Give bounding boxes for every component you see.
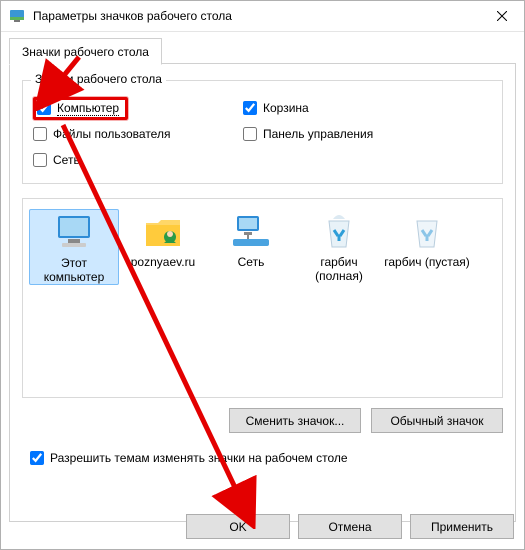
- checkbox-recyclebin[interactable]: Корзина: [243, 95, 453, 121]
- preview-item-user[interactable]: poznyaev.ru: [119, 209, 207, 285]
- preview-label: гарбич (полная): [295, 255, 383, 283]
- preview-label: гарбич (пустая): [383, 255, 471, 269]
- checkbox-network-input[interactable]: [33, 153, 47, 167]
- computer-icon: [30, 210, 118, 252]
- checkbox-recyclebin-input[interactable]: [243, 101, 257, 115]
- checkbox-allow-themes-input[interactable]: [30, 451, 44, 465]
- checkbox-network-label: Сеть: [53, 153, 80, 167]
- ok-button[interactable]: OK: [186, 514, 290, 539]
- close-button[interactable]: [479, 1, 524, 31]
- preview-item-thispc[interactable]: Этот компьютер: [29, 209, 119, 285]
- window-title: Параметры значков рабочего стола: [33, 9, 479, 23]
- checkbox-computer-label: Компьютер: [57, 101, 119, 116]
- preview-label: Этот компьютер: [30, 256, 118, 284]
- checkbox-allow-themes[interactable]: Разрешить темам изменять значки на рабоч…: [30, 451, 348, 465]
- app-icon: [9, 8, 25, 24]
- tab-panel: Значки рабочего стола Компьютер Корзина …: [9, 64, 516, 522]
- checkbox-network[interactable]: Сеть: [33, 147, 243, 173]
- checkbox-computer-input[interactable]: [37, 101, 51, 115]
- tabstrip: Значки рабочего стола: [9, 38, 516, 64]
- group-title: Значки рабочего стола: [31, 72, 166, 86]
- preview-label: Сеть: [207, 255, 295, 269]
- dialog-window: Параметры значков рабочего стола Значки …: [0, 0, 525, 550]
- user-folder-icon: [119, 209, 207, 251]
- checkbox-recyclebin-label: Корзина: [263, 101, 309, 115]
- preview-item-bin-empty[interactable]: гарбич (пустая): [383, 209, 471, 285]
- titlebar: Параметры значков рабочего стола: [1, 1, 524, 32]
- close-icon: [497, 11, 507, 21]
- preview-label: poznyaev.ru: [119, 255, 207, 269]
- change-icon-button[interactable]: Сменить значок...: [229, 408, 361, 433]
- recycle-empty-icon: [383, 209, 471, 251]
- checkbox-userfiles-label: Файлы пользователя: [53, 127, 170, 141]
- network-icon: [207, 209, 295, 251]
- preview-item-network[interactable]: Сеть: [207, 209, 295, 285]
- checkbox-userfiles-input[interactable]: [33, 127, 47, 141]
- checkbox-controlpanel-label: Панель управления: [263, 127, 373, 141]
- checkbox-controlpanel-input[interactable]: [243, 127, 257, 141]
- checkbox-controlpanel[interactable]: Панель управления: [243, 121, 453, 147]
- group-desktop-icons: Значки рабочего стола Компьютер Корзина …: [22, 80, 503, 184]
- apply-button[interactable]: Применить: [410, 514, 514, 539]
- recycle-full-icon: [295, 209, 383, 251]
- default-icon-button[interactable]: Обычный значок: [371, 408, 503, 433]
- cancel-button[interactable]: Отмена: [298, 514, 402, 539]
- checkbox-allow-themes-label: Разрешить темам изменять значки на рабоч…: [50, 451, 348, 465]
- preview-item-bin-full[interactable]: гарбич (полная): [295, 209, 383, 285]
- checkbox-userfiles[interactable]: Файлы пользователя: [33, 121, 243, 147]
- checkbox-computer[interactable]: Компьютер: [33, 95, 243, 121]
- icon-buttons-row: Сменить значок... Обычный значок: [22, 408, 503, 433]
- icon-preview-area: Этот компьютер poznyaev.ru Сеть: [22, 198, 503, 398]
- dialog-buttons: OK Отмена Применить: [186, 514, 514, 539]
- tab-desktop-icons[interactable]: Значки рабочего стола: [9, 38, 162, 65]
